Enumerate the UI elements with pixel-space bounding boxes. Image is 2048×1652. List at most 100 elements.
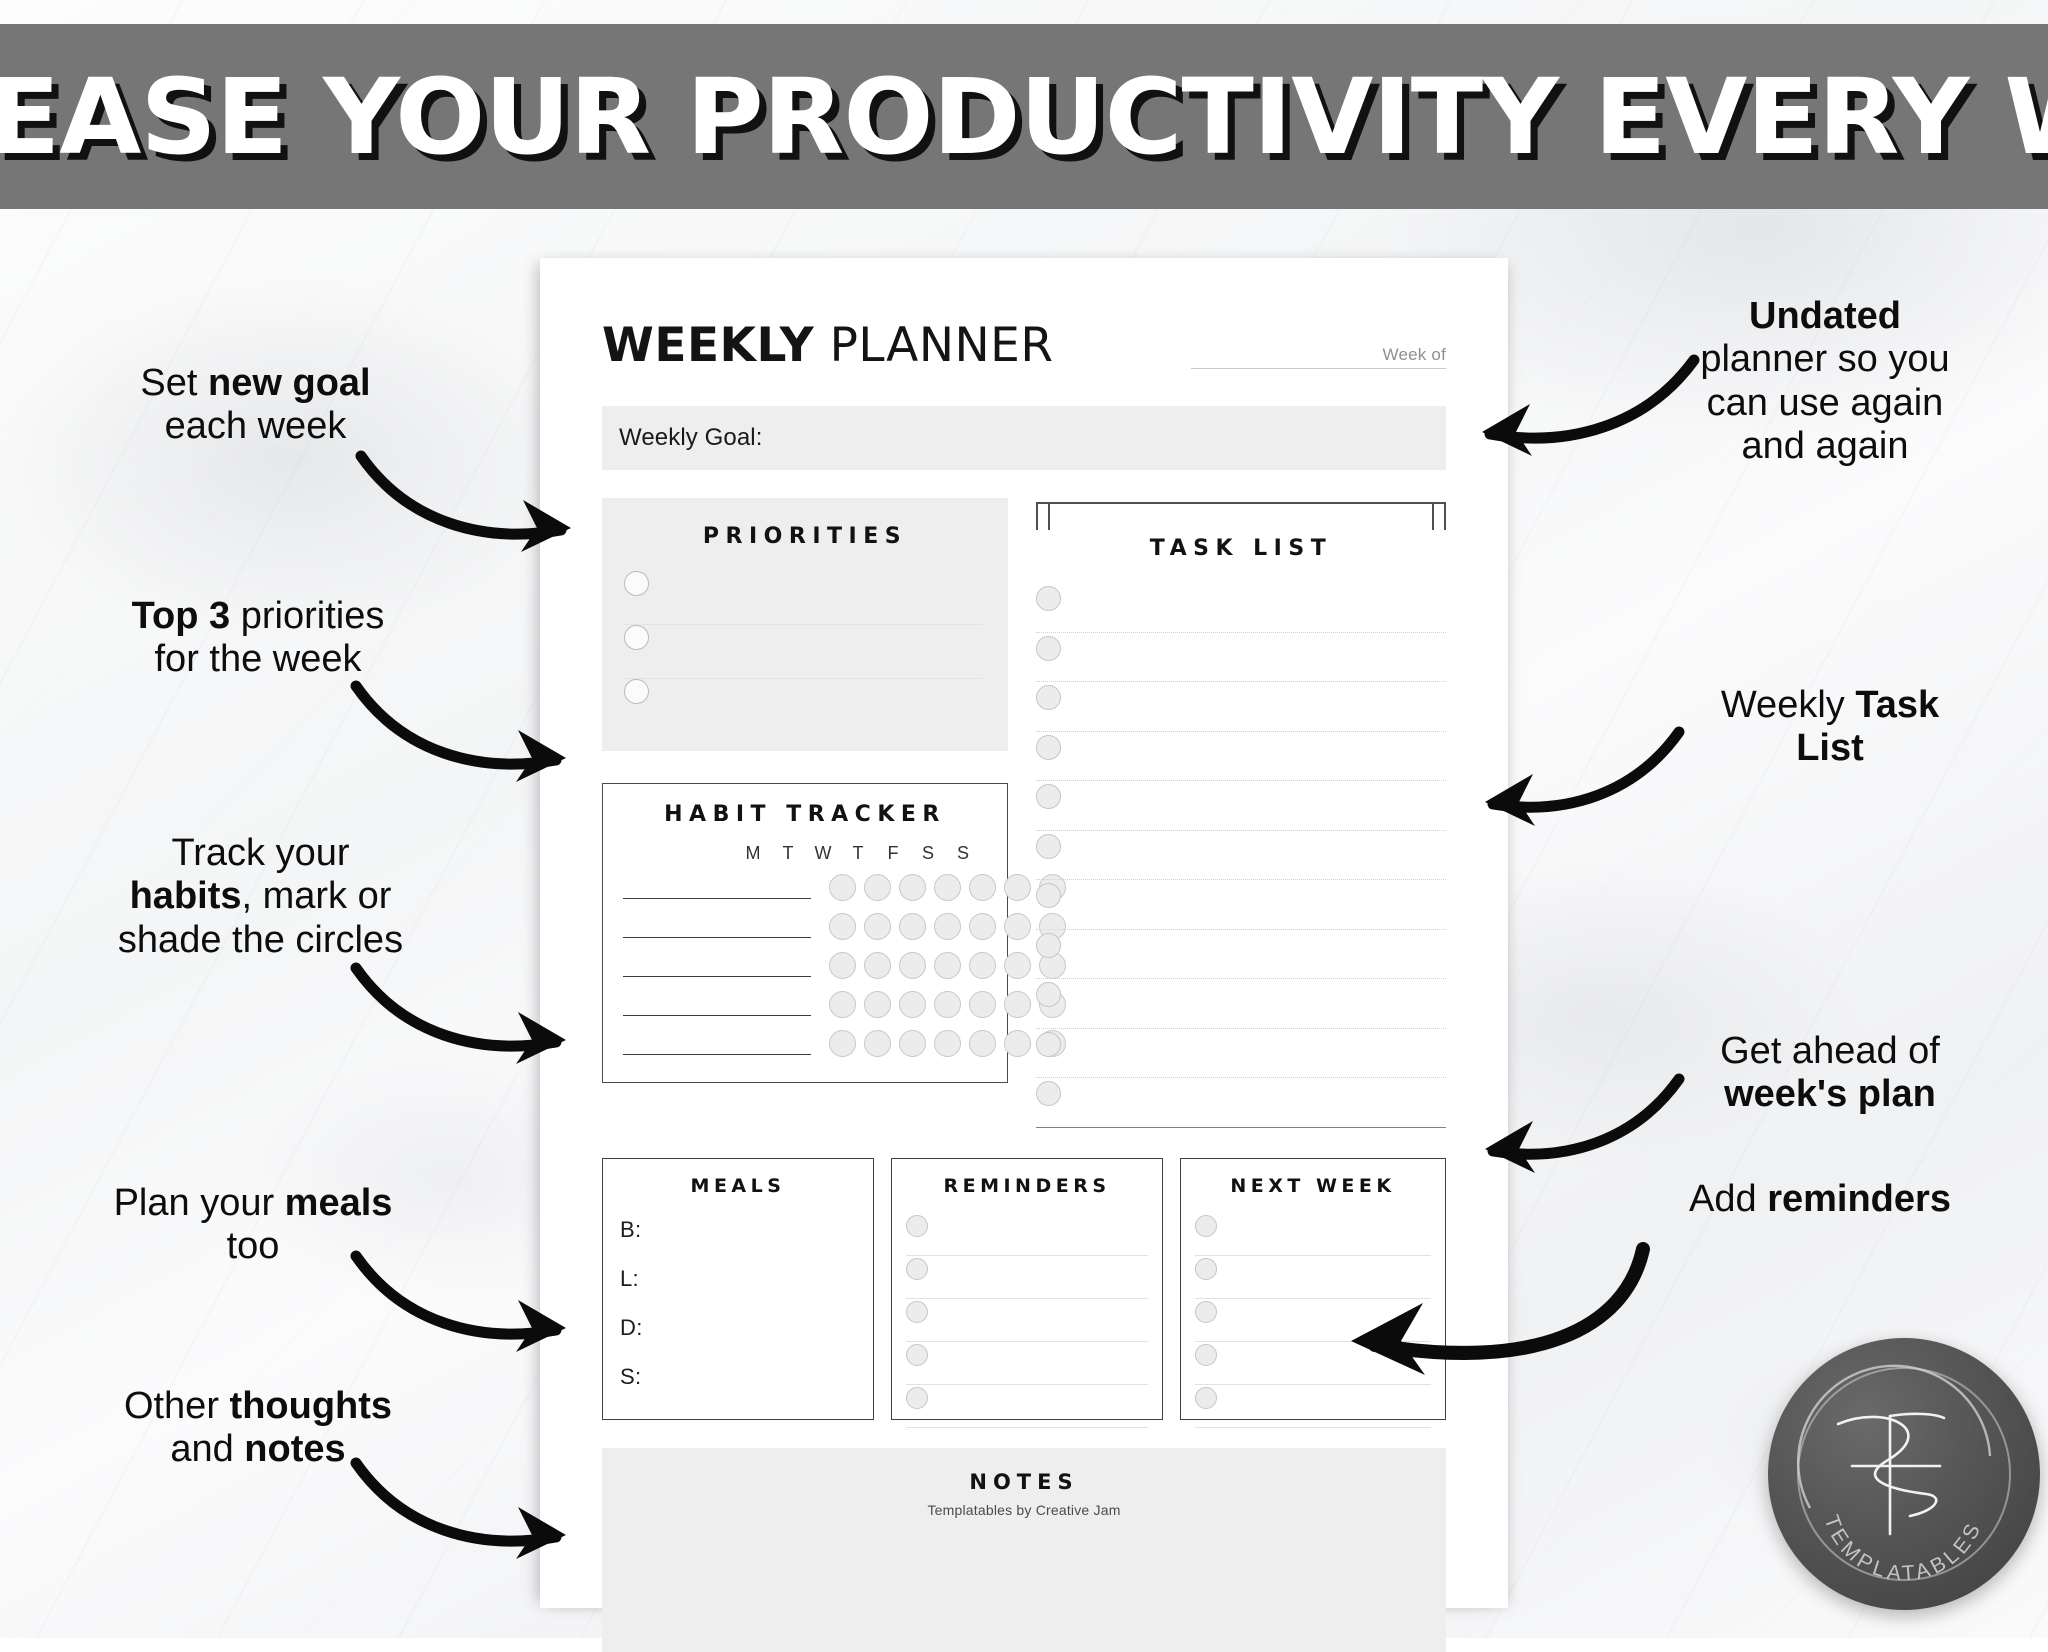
task-row[interactable] (1036, 1029, 1446, 1078)
meal-row-breakfast[interactable]: B: (620, 1217, 873, 1266)
week-of-field[interactable]: Week of (1191, 345, 1446, 369)
checkbox-circle-icon[interactable] (1036, 586, 1061, 611)
anno-line: can use again (1706, 381, 1944, 424)
checkbox-circle-icon[interactable] (1036, 883, 1061, 908)
checkbox-circle-icon[interactable] (906, 1386, 928, 1409)
habit-dot-icon[interactable] (864, 1030, 891, 1057)
weekly-goal-bar[interactable]: Weekly Goal: (602, 406, 1446, 470)
habit-dot-icon[interactable] (899, 913, 926, 940)
meal-row-snack[interactable]: S: (620, 1364, 873, 1413)
checkbox-circle-icon[interactable] (1036, 635, 1061, 661)
habit-dot-icon[interactable] (864, 991, 891, 1018)
task-row[interactable] (1036, 880, 1446, 930)
task-row[interactable] (1036, 732, 1446, 781)
habit-dot-icon[interactable] (934, 874, 961, 901)
checkbox-circle-icon[interactable] (1036, 1031, 1061, 1057)
task-row[interactable] (1036, 781, 1446, 831)
habit-name-line[interactable] (623, 915, 811, 938)
task-row[interactable] (1036, 930, 1446, 979)
habit-row[interactable] (623, 946, 1066, 985)
habit-name-line[interactable] (623, 954, 811, 977)
checkbox-circle-icon[interactable] (1036, 1081, 1061, 1106)
checkbox-circle-icon[interactable] (906, 1257, 928, 1280)
checkbox-circle-icon[interactable] (906, 1343, 928, 1366)
checkbox-circle-icon[interactable] (1195, 1300, 1217, 1323)
habit-dot-icon[interactable] (969, 991, 996, 1018)
checkbox-circle-icon[interactable] (1195, 1257, 1217, 1280)
habit-dot-icon[interactable] (829, 874, 856, 901)
task-row[interactable] (1036, 831, 1446, 880)
checkbox-circle-icon[interactable] (624, 571, 649, 596)
reminder-row[interactable] (906, 1385, 1148, 1428)
task-row[interactable] (1036, 583, 1446, 633)
checkbox-circle-icon[interactable] (906, 1214, 928, 1237)
checkbox-circle-icon[interactable] (906, 1300, 928, 1323)
checkbox-circle-icon[interactable] (1036, 734, 1061, 760)
priority-row[interactable] (624, 571, 982, 625)
habit-dot-icon[interactable] (1004, 991, 1031, 1018)
habit-dot-icon[interactable] (1004, 874, 1031, 901)
checkbox-circle-icon[interactable] (1036, 982, 1061, 1007)
notes-section[interactable]: NOTES (602, 1447, 1446, 1652)
habit-dot-icon[interactable] (934, 913, 961, 940)
checkbox-circle-icon[interactable] (1195, 1386, 1217, 1409)
habit-row[interactable] (623, 1024, 1066, 1063)
habit-dot-icon[interactable] (934, 952, 961, 979)
task-row[interactable] (1036, 1078, 1446, 1128)
reminder-row[interactable] (906, 1213, 1148, 1256)
habit-dot-icon[interactable] (899, 952, 926, 979)
habit-dot-icon[interactable] (969, 1030, 996, 1057)
task-row[interactable] (1036, 682, 1446, 732)
headline-banner: INCREASE YOUR PRODUCTIVITY EVERY WEEK (0, 24, 2048, 209)
habit-dot-icon[interactable] (934, 991, 961, 1018)
checkbox-circle-icon[interactable] (1036, 685, 1061, 710)
habit-row[interactable] (623, 868, 1066, 907)
habit-dot-icon[interactable] (1004, 913, 1031, 940)
habit-row[interactable] (623, 985, 1066, 1024)
habit-dot-icon[interactable] (969, 913, 996, 940)
habit-dot-icon[interactable] (1004, 1030, 1031, 1057)
habit-dot-icon[interactable] (864, 952, 891, 979)
day-header: T (782, 843, 795, 863)
habit-dot-icon[interactable] (829, 913, 856, 940)
right-column: TASK LIST (1036, 498, 1446, 1128)
meal-row-dinner[interactable]: D: (620, 1315, 873, 1364)
habit-dot-icon[interactable] (899, 1030, 926, 1057)
reminder-row[interactable] (906, 1342, 1148, 1385)
templatables-watermark: TEMPLATABLES (1768, 1338, 2040, 1610)
habit-row[interactable] (623, 907, 1066, 946)
habit-dot-icon[interactable] (829, 952, 856, 979)
habit-dot-icon[interactable] (864, 913, 891, 940)
habit-dot-icon[interactable] (969, 874, 996, 901)
habit-dot-icon[interactable] (969, 952, 996, 979)
checkbox-circle-icon[interactable] (1036, 784, 1061, 809)
next-week-row[interactable] (1195, 1385, 1431, 1428)
habit-dot-icon[interactable] (934, 1030, 961, 1057)
habit-day-headers: M T W T F S S (623, 843, 987, 864)
habit-name-line[interactable] (623, 993, 811, 1016)
habit-dot-icon[interactable] (864, 874, 891, 901)
anno-line: Plan your (113, 1182, 285, 1224)
habit-dot-icon[interactable] (899, 991, 926, 1018)
habit-name-line[interactable] (623, 876, 811, 899)
priority-row[interactable] (624, 679, 982, 732)
watermark-brand-text: TEMPLATABLES (1819, 1512, 1982, 1585)
habit-dot-icon[interactable] (829, 1030, 856, 1057)
task-row[interactable] (1036, 633, 1446, 682)
checkbox-circle-icon[interactable] (624, 625, 649, 650)
meal-row-lunch[interactable]: L: (620, 1266, 873, 1315)
reminder-row[interactable] (906, 1256, 1148, 1299)
habit-name-line[interactable] (623, 1032, 811, 1055)
checkbox-circle-icon[interactable] (1195, 1343, 1217, 1366)
priority-row[interactable] (624, 625, 982, 679)
habit-dot-icon[interactable] (829, 991, 856, 1018)
task-rows (1036, 583, 1446, 1128)
checkbox-circle-icon[interactable] (1195, 1214, 1217, 1237)
checkbox-circle-icon[interactable] (624, 679, 649, 704)
checkbox-circle-icon[interactable] (1036, 833, 1061, 859)
task-row[interactable] (1036, 979, 1446, 1029)
checkbox-circle-icon[interactable] (1036, 932, 1061, 958)
habit-dot-icon[interactable] (1004, 952, 1031, 979)
habit-dot-icon[interactable] (899, 874, 926, 901)
reminder-row[interactable] (906, 1299, 1148, 1342)
